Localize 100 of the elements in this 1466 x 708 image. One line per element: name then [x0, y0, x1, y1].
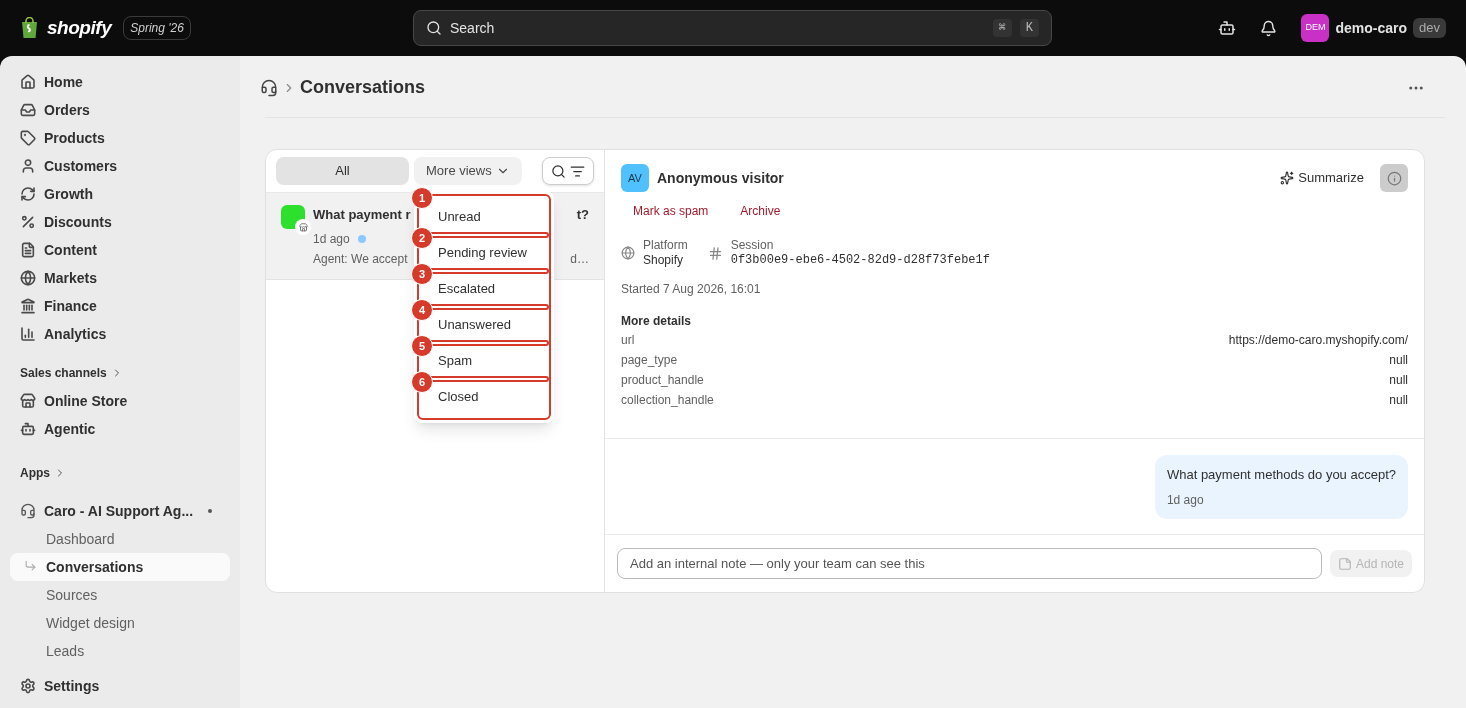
- inbox-icon: [20, 102, 36, 118]
- robot-icon: [20, 421, 36, 437]
- conversation-time: 1d ago: [313, 231, 350, 248]
- action-link[interactable]: Mark as spam: [621, 198, 721, 224]
- document-icon: [20, 242, 36, 258]
- sidebar-item[interactable]: Home: [10, 68, 230, 96]
- page-title: Conversations: [300, 76, 426, 99]
- tag-icon: [20, 130, 36, 146]
- annotation-marker: 6: [411, 371, 433, 393]
- annotation-marker: 3: [411, 263, 433, 285]
- sidebar-item[interactable]: Products: [10, 124, 230, 152]
- message-text: What payment methods do you accept?: [1166, 466, 1396, 484]
- store-badge-icon: [295, 219, 311, 235]
- sidebar-item[interactable]: Markets: [10, 264, 230, 292]
- tree-connector-icon: [24, 559, 37, 572]
- hash-icon: [707, 245, 723, 261]
- field-label: Session: [730, 238, 775, 253]
- shortcut-key: ⌘: [992, 19, 1012, 37]
- sidebar-item[interactable]: Discounts: [10, 208, 230, 236]
- store-name[interactable]: demo-caro: [1335, 17, 1408, 39]
- detail-value: null: [1389, 372, 1408, 389]
- home-icon: [20, 74, 36, 90]
- bank-icon: [20, 298, 36, 314]
- field-value: 0f3b00e9-ebe6-4502-82d9-d28f73febe1f: [730, 253, 990, 268]
- sidebar-item[interactable]: Finance: [10, 292, 230, 320]
- annotation-marker: 1: [411, 187, 433, 209]
- sidebar-item[interactable]: Content: [10, 236, 230, 264]
- section-heading[interactable]: Apps: [20, 464, 50, 482]
- menu-item[interactable]: Pending review: [434, 238, 546, 268]
- search-icon: [551, 163, 566, 179]
- visitor-name: Anonymous visitor: [657, 168, 784, 188]
- notification-icon[interactable]: [1260, 19, 1278, 37]
- sidebar-item[interactable]: Settings: [10, 672, 230, 700]
- sidebar-item[interactable]: Agentic: [10, 415, 230, 443]
- view-tab[interactable]: More views: [414, 157, 522, 185]
- action-link[interactable]: Archive: [728, 198, 793, 224]
- message-time: 1d ago: [1166, 491, 1205, 509]
- globe-icon: [20, 270, 36, 286]
- filter-icon: [570, 163, 585, 179]
- annotation-marker: 5: [411, 335, 433, 357]
- sidebar-item[interactable]: Online Store: [10, 387, 230, 415]
- sidebar-subitem[interactable]: Leads: [10, 637, 230, 665]
- detail-value: null: [1389, 352, 1408, 369]
- search-icon: [426, 20, 442, 36]
- search-field[interactable]: Search ⌘ K: [413, 10, 1052, 46]
- brand-logo[interactable]: shopify: [47, 13, 112, 43]
- shortcut-key: K: [1019, 19, 1039, 37]
- section-heading[interactable]: Sales channels: [20, 364, 107, 382]
- field-label: Platform: [643, 238, 688, 253]
- globe-icon: [621, 246, 635, 260]
- conversation-preview: d…: [570, 251, 589, 268]
- visitor-avatar: AV: [621, 164, 649, 192]
- sidebar-subitem[interactable]: Sources: [10, 581, 230, 609]
- detail-key: collection_handle: [621, 390, 714, 410]
- detail-value: null: [1389, 392, 1408, 409]
- search-filter-button[interactable]: [542, 157, 594, 185]
- shopping-bag-icon: [20, 17, 39, 39]
- summarize-button[interactable]: Summarize: [1280, 168, 1364, 188]
- conversation-preview: Agent: We accept: [313, 251, 408, 268]
- menu-item[interactable]: Unanswered: [434, 310, 546, 340]
- annotation-marker: 4: [411, 299, 433, 321]
- robot-icon[interactable]: [1218, 19, 1237, 37]
- person-icon: [20, 158, 36, 174]
- note-icon: [1337, 556, 1352, 571]
- menu-item[interactable]: Unread: [434, 202, 546, 232]
- info-icon: [1386, 170, 1402, 186]
- release-badge: Spring '26: [123, 16, 191, 40]
- sparkle-icon: [1280, 171, 1295, 185]
- sidebar-item[interactable]: Customers: [10, 152, 230, 180]
- cycle-icon: [20, 186, 36, 202]
- conversation-title: What payment r: [313, 206, 411, 224]
- detail-key: page_type: [621, 350, 678, 370]
- customer-avatar: [281, 205, 305, 229]
- detail-key: url: [621, 330, 635, 350]
- store-avatar[interactable]: DEM: [1301, 14, 1330, 42]
- annotation-marker: 2: [411, 227, 433, 249]
- started-time: Started 7 Aug 2026, 16:01: [621, 281, 762, 298]
- app-name[interactable]: Caro - AI Support Ag...: [44, 500, 194, 522]
- conversation-title: t?: [576, 206, 589, 224]
- section-title: More details: [621, 313, 693, 330]
- percent-icon: [20, 214, 36, 230]
- view-tab[interactable]: All: [276, 157, 409, 185]
- store-icon: [20, 393, 36, 409]
- app-icon[interactable]: [260, 78, 278, 97]
- sidebar-item[interactable]: Growth: [10, 180, 230, 208]
- search-input[interactable]: Search: [450, 17, 985, 39]
- sidebar-subitem[interactable]: Conversations: [10, 553, 230, 581]
- dev-badge: dev: [1413, 18, 1446, 38]
- sidebar-subitem[interactable]: Widget design: [10, 609, 230, 637]
- app-icon: [20, 503, 36, 519]
- field-value: Shopify: [643, 253, 685, 268]
- sidebar-item[interactable]: Analytics: [10, 320, 230, 348]
- sidebar-item[interactable]: Orders: [10, 96, 230, 124]
- info-button[interactable]: [1380, 164, 1408, 192]
- detail-value: https://demo-caro.myshopify.com/: [1228, 332, 1408, 349]
- bar-chart-icon: [20, 326, 36, 342]
- sidebar-subitem[interactable]: Dashboard: [10, 525, 230, 553]
- menu-item[interactable]: Closed: [434, 382, 546, 412]
- menu-item[interactable]: Spam: [434, 346, 546, 376]
- settings-icon: [20, 678, 36, 694]
